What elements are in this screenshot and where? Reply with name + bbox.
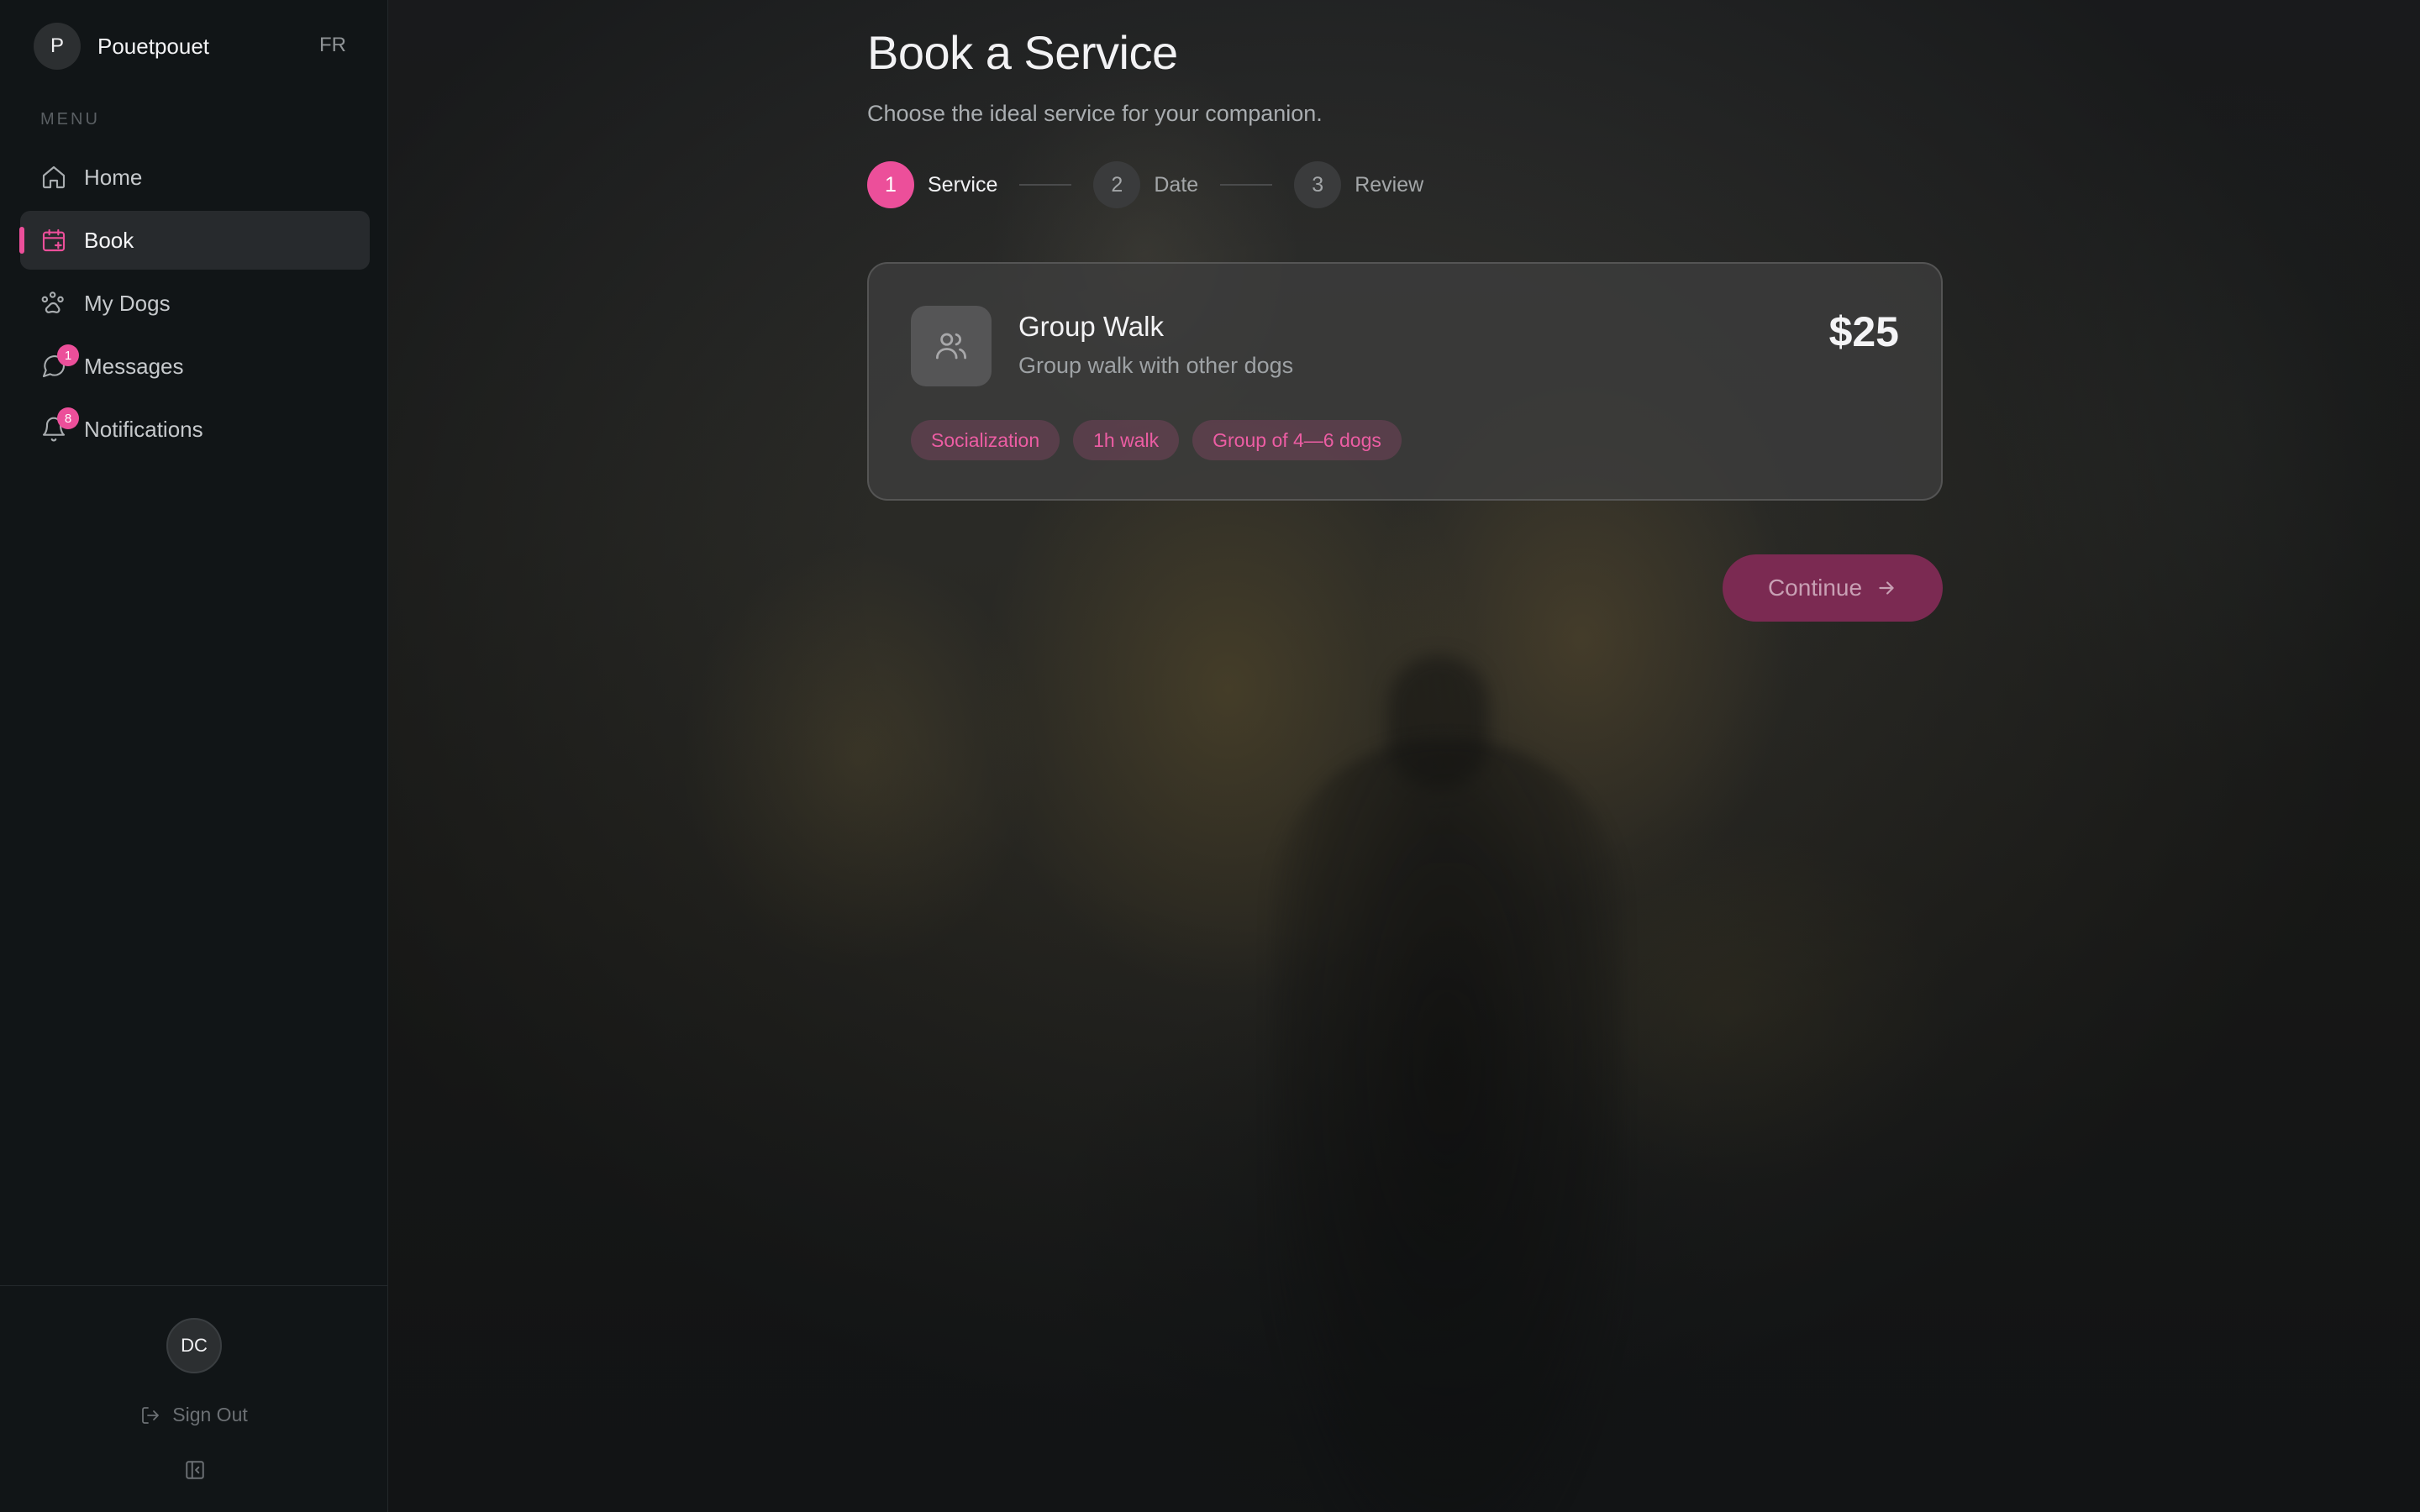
message-icon: 1	[40, 344, 79, 380]
continue-label: Continue	[1767, 575, 1863, 601]
sidebar-item-label: Notifications	[84, 416, 203, 442]
language-toggle[interactable]: FR	[319, 34, 346, 57]
paw-icon	[40, 290, 67, 317]
step-number: 2	[1093, 161, 1141, 208]
step-number: 1	[867, 161, 914, 208]
collapse-sidebar-button[interactable]	[184, 1459, 206, 1481]
users-icon	[911, 306, 992, 386]
brand-avatar: P	[34, 23, 81, 70]
sign-out-label: Sign Out	[172, 1404, 248, 1425]
sidebar-item-label: Book	[84, 227, 134, 253]
sign-out-button[interactable]: Sign Out	[0, 1404, 388, 1426]
sidebar-item-label: Home	[84, 164, 143, 190]
bell-icon: 8	[40, 407, 79, 443]
step-service[interactable]: 1 Service	[867, 161, 997, 208]
messages-count-badge: 1	[57, 344, 79, 366]
step-connector	[1220, 184, 1273, 186]
step-review[interactable]: 3 Review	[1294, 161, 1423, 208]
service-name: Group Walk	[1018, 311, 1164, 342]
notifications-count-badge: 8	[57, 407, 79, 429]
service-card-group-walk[interactable]: Group Walk Group walk with other dogs $2…	[867, 262, 1943, 501]
sidebar-item-book[interactable]: Book	[19, 211, 370, 270]
sidebar-item-home[interactable]: Home	[20, 148, 370, 207]
brand-name: Pouetpouet	[97, 33, 210, 59]
sign-out-icon	[142, 1406, 160, 1424]
continue-button[interactable]: Continue	[1723, 554, 1943, 622]
sidebar-collapse-icon	[186, 1461, 204, 1479]
sidebar-item-messages[interactable]: 1 Messages	[20, 337, 370, 396]
step-label: Date	[1154, 172, 1199, 197]
sidebar-item-my-dogs[interactable]: My Dogs	[20, 274, 370, 333]
step-label: Review	[1355, 172, 1424, 197]
tag-group-size: Group of 4—6 dogs	[1192, 420, 1402, 460]
arrow-right-icon	[1879, 581, 1894, 595]
step-number: 3	[1294, 161, 1342, 208]
sidebar-item-label: Messages	[84, 353, 184, 379]
sidebar-footer: DC Sign Out	[0, 1285, 388, 1512]
service-price: $25	[1828, 308, 1899, 355]
page-title: Book a Service	[867, 26, 1178, 79]
booking-stepper: 1 Service 2 Date 3 Review	[867, 161, 1423, 208]
step-date[interactable]: 2 Date	[1093, 161, 1198, 208]
step-label: Service	[928, 172, 998, 197]
sidebar-item-notifications[interactable]: 8 Notifications	[20, 400, 370, 459]
menu-heading: MENU	[40, 110, 100, 129]
service-tags: Socialization 1h walk Group of 4—6 dogs	[911, 420, 1415, 460]
sidebar: P Pouetpouet FR MENU Home Book My Dogs 1…	[0, 0, 388, 1512]
tag-socialization: Socialization	[911, 420, 1060, 460]
page-subtitle: Choose the ideal service for your compan…	[867, 101, 1323, 126]
service-description: Group walk with other dogs	[1018, 353, 1294, 378]
home-icon	[40, 164, 67, 191]
calendar-plus-icon	[40, 227, 67, 254]
sidebar-item-label: My Dogs	[84, 290, 171, 316]
background-photo	[388, 0, 2420, 1512]
user-avatar[interactable]: DC	[166, 1318, 222, 1373]
step-connector	[1019, 184, 1072, 186]
background-vignette	[388, 0, 2420, 1512]
tag-duration: 1h walk	[1073, 420, 1180, 460]
sidebar-nav: Home Book My Dogs 1 Messages 8 Notificat…	[19, 148, 370, 463]
brand[interactable]: P Pouetpouet	[34, 23, 209, 70]
